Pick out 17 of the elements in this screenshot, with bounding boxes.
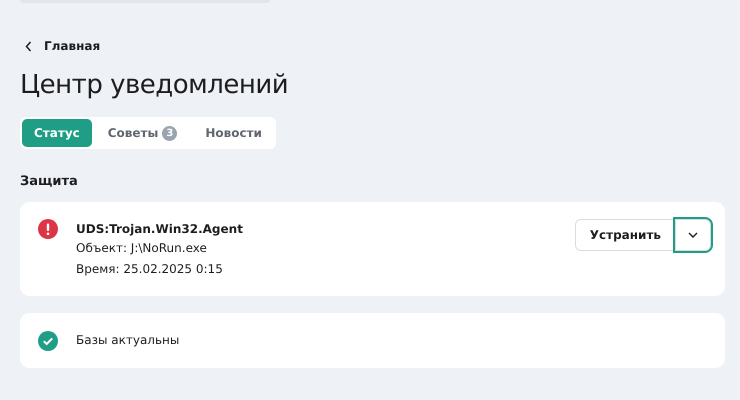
chevron-left-icon	[25, 40, 32, 52]
detail-text: Объект: J:\NoRun.exe	[76, 240, 208, 257]
alert-icon	[38, 219, 58, 239]
section-title: Защита	[20, 174, 79, 190]
back-link[interactable]: Главная	[20, 38, 100, 54]
tab[interactable]: Статус	[22, 119, 92, 147]
page-title: Центр уведомлений	[20, 69, 290, 102]
status-text: Базы актуальны	[76, 332, 180, 349]
fix-button[interactable]: Устранить	[574, 219, 675, 251]
tab[interactable]: Советы 3	[96, 119, 190, 147]
chevron-down-icon	[688, 232, 698, 238]
threat-name: UDS:Trojan.Win32.Agent	[76, 221, 244, 238]
detail-text: Время: 25.02.2025 0:15	[76, 261, 224, 278]
count-badge: 3	[162, 126, 178, 140]
tab[interactable]: Новости	[193, 119, 274, 147]
dropdown-button[interactable]	[675, 219, 711, 251]
check-icon	[38, 330, 58, 350]
